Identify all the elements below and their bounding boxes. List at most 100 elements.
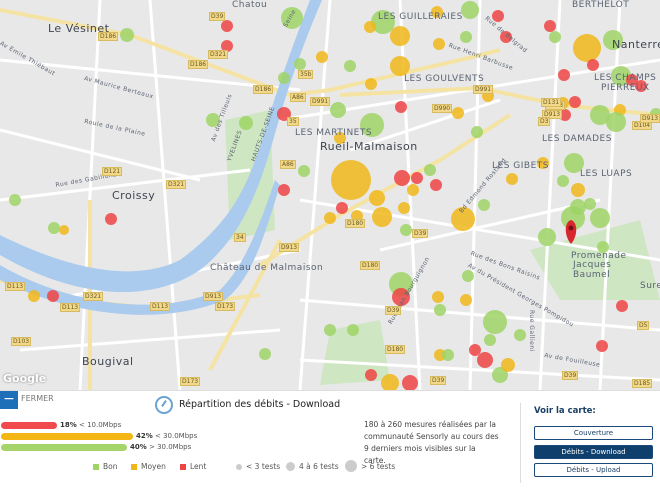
measurement-marker[interactable] [316, 51, 328, 63]
measurement-marker[interactable] [571, 183, 585, 197]
measurement-marker[interactable] [372, 207, 392, 227]
measurement-marker[interactable] [278, 184, 290, 196]
road-number-label: D186 [253, 85, 274, 94]
measurement-marker[interactable] [501, 358, 515, 372]
measurement-marker[interactable] [452, 107, 464, 119]
measurement-marker[interactable] [557, 175, 569, 187]
measurement-marker[interactable] [400, 224, 412, 236]
place-label: Nanterre [612, 38, 660, 51]
measurement-marker[interactable] [558, 69, 570, 81]
legend-small: < 3 tests [236, 462, 280, 471]
measurement-marker[interactable] [411, 172, 423, 184]
measurement-marker[interactable] [478, 199, 490, 211]
place-label: LES LUAPS [580, 169, 633, 179]
place-label: Rueil-Malmaison [320, 140, 418, 153]
measurement-marker[interactable] [390, 56, 410, 76]
download-speed-button[interactable]: Débits - Download [534, 445, 653, 459]
measurement-marker[interactable] [606, 112, 626, 132]
panel-title: Répartition des débits - Download [179, 399, 341, 410]
measurement-marker[interactable] [120, 28, 134, 42]
measurement-marker[interactable] [324, 324, 336, 336]
measurement-marker[interactable] [398, 202, 410, 214]
measurement-marker[interactable] [336, 202, 348, 214]
place-label: Croissy [112, 189, 156, 202]
legend-mid: 4 à 6 tests [286, 462, 339, 471]
road-number-label: 35 [287, 117, 299, 126]
measurement-marker[interactable] [469, 344, 481, 356]
measurement-marker[interactable] [298, 165, 310, 177]
measurement-marker[interactable] [59, 225, 69, 235]
measurement-marker[interactable] [549, 31, 561, 43]
measurement-marker[interactable] [239, 116, 253, 130]
close-label[interactable]: FERMER [21, 394, 54, 403]
measurement-marker[interactable] [461, 1, 479, 19]
map-base [0, 0, 660, 390]
measurement-marker[interactable] [390, 26, 410, 46]
measurement-marker[interactable] [514, 329, 526, 341]
place-label: Chatou [232, 0, 268, 10]
measurement-marker[interactable] [569, 96, 581, 108]
measurement-marker[interactable] [331, 160, 371, 200]
upload-speed-button[interactable]: Débits - Upload [534, 463, 653, 477]
measurement-marker[interactable] [347, 324, 359, 336]
measurement-marker[interactable] [364, 21, 376, 33]
road-number-label: D173 [215, 302, 236, 311]
road-number-label: D180 [385, 345, 406, 354]
measurement-marker[interactable] [365, 369, 377, 381]
measurement-marker[interactable] [394, 170, 410, 186]
place-label: BERTHELOT [572, 0, 630, 10]
measurement-marker[interactable] [433, 38, 445, 50]
measurement-marker[interactable] [616, 300, 628, 312]
measurement-marker[interactable] [484, 334, 496, 346]
measurement-marker[interactable] [460, 294, 472, 306]
measurement-marker[interactable] [259, 348, 271, 360]
measurement-marker[interactable] [544, 20, 556, 32]
measurement-marker[interactable] [395, 101, 407, 113]
measurement-marker[interactable] [477, 352, 493, 368]
measurement-marker[interactable] [344, 60, 356, 72]
measurement-marker[interactable] [430, 179, 442, 191]
measurement-marker[interactable] [9, 194, 21, 206]
voir-la-carte-heading: Voir la carte: [534, 406, 596, 416]
measurement-marker[interactable] [573, 34, 601, 62]
measurement-marker[interactable] [424, 164, 436, 176]
measurement-marker[interactable] [590, 208, 610, 228]
measurement-marker[interactable] [407, 184, 419, 196]
measurement-marker[interactable] [434, 304, 446, 316]
road-number-label: D39 [209, 12, 226, 21]
close-button[interactable]: − [0, 391, 18, 409]
measurement-marker[interactable] [278, 72, 290, 84]
speedometer-icon [155, 396, 173, 414]
place-label: LES DAMADES [542, 134, 612, 144]
measurement-marker[interactable] [432, 291, 444, 303]
measurement-marker[interactable] [471, 126, 483, 138]
measurement-marker[interactable] [28, 290, 40, 302]
measurement-marker[interactable] [402, 375, 418, 390]
road-number-label: D113 [5, 282, 26, 291]
road-number-label: D913 [640, 114, 660, 123]
road-number-label: D39 [385, 306, 402, 315]
measurement-marker[interactable] [570, 199, 586, 215]
measurement-marker[interactable] [483, 310, 507, 334]
road-number-label: D180 [360, 261, 381, 270]
measurement-marker[interactable] [330, 102, 346, 118]
measurement-marker[interactable] [442, 349, 454, 361]
measurement-marker[interactable] [369, 190, 385, 206]
map[interactable]: Le Vésinet Chatou LES GUILLERAIES Nanterre L… [0, 0, 660, 390]
measurement-marker[interactable] [294, 58, 306, 70]
measurement-marker[interactable] [596, 340, 608, 352]
measurement-marker[interactable] [538, 228, 556, 246]
road-number-label: D185 [632, 379, 653, 388]
measurement-marker[interactable] [460, 31, 472, 43]
measurement-marker[interactable] [506, 173, 518, 185]
measurement-marker[interactable] [221, 20, 233, 32]
measurement-marker[interactable] [105, 213, 117, 225]
road-number-label: 34 [234, 233, 246, 242]
coverage-button[interactable]: Couverture [534, 426, 653, 440]
measurement-marker[interactable] [587, 59, 599, 71]
measurement-marker[interactable] [48, 222, 60, 234]
place-label: Baumel [573, 270, 611, 280]
measurement-marker[interactable] [365, 78, 377, 90]
measurement-marker[interactable] [47, 290, 59, 302]
measurement-marker[interactable] [324, 212, 336, 224]
